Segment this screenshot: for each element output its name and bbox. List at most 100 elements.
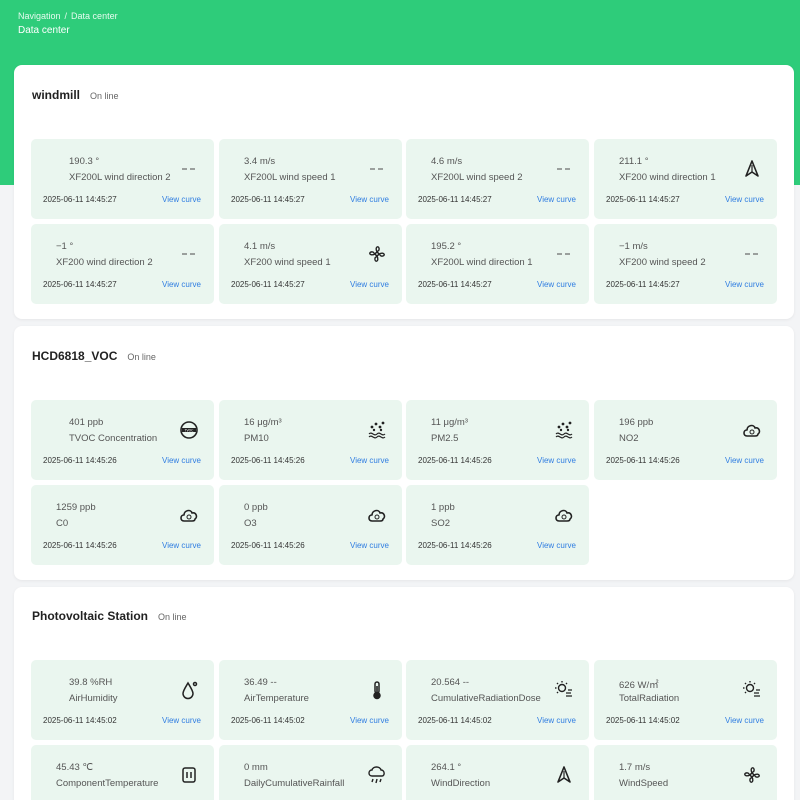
- view-curve-link[interactable]: View curve: [350, 280, 389, 289]
- breadcrumb-current: Data center: [71, 11, 118, 21]
- view-curve-link[interactable]: View curve: [725, 280, 764, 289]
- breadcrumb-separator: /: [64, 11, 68, 21]
- sensor-name: XF200 wind direction 2: [56, 257, 153, 268]
- page-title: Data center: [18, 25, 70, 36]
- sensor-card: 211.1 ° XF200 wind direction 1 2025-06-11 …: [594, 139, 777, 219]
- view-curve-link[interactable]: View curve: [162, 280, 201, 289]
- sensor-card: 1259 ppb C0 2025-06-11 14:45:26 View curve: [31, 485, 214, 565]
- sensor-value: 20.564 --: [431, 677, 470, 688]
- sensor-value: 211.1 °: [619, 156, 649, 167]
- sensor-name: C0: [56, 518, 69, 529]
- sensor-card: 195.2 ° XF200L wind direction 1 2025-06-11…: [406, 224, 589, 304]
- view-curve-link[interactable]: View curve: [725, 195, 764, 204]
- sensor-timestamp: 2025-06-11 14:45:27: [43, 280, 117, 289]
- view-curve-link[interactable]: View curve: [162, 541, 201, 550]
- breadcrumb-navigation[interactable]: Navigation: [18, 11, 61, 21]
- dash-icon: [178, 158, 200, 180]
- sensor-timestamp: 2025-06-11 14:45:26: [231, 456, 305, 465]
- sensor-timestamp: 2025-06-11 14:45:27: [231, 280, 305, 289]
- view-curve-link[interactable]: View curve: [537, 716, 576, 725]
- sensor-value: 1.7 m/s: [619, 762, 651, 773]
- view-curve-link[interactable]: View curve: [350, 456, 389, 465]
- tvoc-icon: TVOC: [178, 419, 200, 441]
- sensor-card: 190.3 ° XF200L wind direction 2 2025-06-11…: [31, 139, 214, 219]
- sensor-value: 4.1 m/s: [244, 241, 276, 252]
- sensor-value: 1 ppb: [431, 502, 455, 513]
- view-curve-link[interactable]: View curve: [162, 456, 201, 465]
- sensor-name: WindDirection: [431, 778, 491, 789]
- sensor-timestamp: 2025-06-11 14:45:27: [43, 195, 117, 204]
- fan-icon: [741, 764, 763, 786]
- sensor-name: TotalRadiation: [619, 693, 680, 704]
- view-curve-link[interactable]: View curve: [537, 456, 576, 465]
- device-status: On line: [90, 91, 119, 101]
- sensor-name: CumulativeRadiationDose: [431, 693, 541, 704]
- view-curve-link[interactable]: View curve: [537, 541, 576, 550]
- sensor-value: 45.43 ℃: [56, 762, 94, 773]
- cloud-icon: [366, 504, 388, 526]
- dash-icon: [553, 158, 575, 180]
- view-curve-link[interactable]: View curve: [350, 195, 389, 204]
- sensor-value: −1 °: [56, 241, 74, 252]
- pm-icon: [553, 419, 575, 441]
- sensor-name: SO2: [431, 518, 451, 529]
- sensor-name: PM10: [244, 433, 269, 444]
- sensor-name: XF200L wind speed 1: [244, 172, 336, 183]
- sensor-timestamp: 2025-06-11 14:45:02: [418, 716, 492, 725]
- thermometer-icon: [366, 679, 388, 701]
- view-curve-link[interactable]: View curve: [725, 456, 764, 465]
- sensor-name: XF200 wind direction 1: [619, 172, 716, 183]
- sensor-value: 16 μg/m³: [244, 417, 282, 428]
- sensor-card: 39.8 %RH AirHumidity 2025-06-11 14:45:02 Vi…: [31, 660, 214, 740]
- sensor-value: 0 ppb: [244, 502, 268, 513]
- sensor-name: XF200 wind speed 1: [244, 257, 331, 268]
- view-curve-link[interactable]: View curve: [537, 280, 576, 289]
- sensor-card: 0 ppb O3 2025-06-11 14:45:26 View curve: [219, 485, 402, 565]
- compass-icon: [741, 158, 763, 180]
- dash-icon: [741, 243, 763, 265]
- sensor-timestamp: 2025-06-11 14:45:02: [231, 716, 305, 725]
- sensor-timestamp: 2025-06-11 14:45:27: [231, 195, 305, 204]
- sensor-timestamp: 2025-06-11 14:45:02: [43, 716, 117, 725]
- fan-icon: [366, 243, 388, 265]
- view-curve-link[interactable]: View curve: [725, 716, 764, 725]
- sensor-value: 4.6 m/s: [431, 156, 463, 167]
- view-curve-link[interactable]: View curve: [162, 195, 201, 204]
- sensor-name: XF200 wind speed 2: [619, 257, 706, 268]
- sensor-card: 0 mm DailyCumulativeRainfall: [219, 745, 402, 800]
- view-curve-link[interactable]: View curve: [350, 541, 389, 550]
- section-header: windmill On line: [32, 88, 119, 102]
- sensor-value: 195.2 °: [431, 241, 462, 252]
- sensor-name: NO2: [619, 433, 639, 444]
- breadcrumb: Navigation / Data center: [18, 11, 122, 21]
- sensor-value: 36.49 --: [244, 677, 277, 688]
- sensor-value: 196 ppb: [619, 417, 654, 428]
- sensor-card: 196 ppb NO2 2025-06-11 14:45:26 View curve: [594, 400, 777, 480]
- sensor-value: 11 μg/m³: [431, 417, 468, 428]
- sensor-timestamp: 2025-06-11 14:45:27: [606, 280, 680, 289]
- view-curve-link[interactable]: View curve: [350, 716, 389, 725]
- droplet-icon: [178, 679, 200, 701]
- sun-icon: [741, 679, 763, 701]
- cloud-icon: [178, 504, 200, 526]
- sensor-name: XF200L wind speed 2: [431, 172, 523, 183]
- rain-icon: [366, 764, 388, 786]
- sensor-value: −1 m/s: [619, 241, 648, 252]
- sensor-card: 264.1 ° WindDirection: [406, 745, 589, 800]
- device-section-2: Photovoltaic Station On line 39.8 %RH AirHu…: [14, 587, 794, 800]
- cloud-icon: [553, 504, 575, 526]
- sensor-name: O3: [244, 518, 257, 529]
- sensor-card: −1 m/s XF200 wind speed 2 2025-06-11 14:45…: [594, 224, 777, 304]
- sensor-timestamp: 2025-06-11 14:45:26: [43, 541, 117, 550]
- compass-icon: [553, 764, 575, 786]
- sensor-value: 626 W/㎡: [619, 680, 659, 691]
- sensor-timestamp: 2025-06-11 14:45:26: [606, 456, 680, 465]
- sensor-timestamp: 2025-06-11 14:45:26: [418, 541, 492, 550]
- sensor-card: 1.7 m/s WindSpeed: [594, 745, 777, 800]
- device-name: HCD6818_VOC: [32, 349, 118, 363]
- view-curve-link[interactable]: View curve: [537, 195, 576, 204]
- sensor-value: 1259 ppb: [56, 502, 96, 513]
- device-name: Photovoltaic Station: [32, 609, 149, 623]
- sensor-timestamp: 2025-06-11 14:45:27: [418, 280, 492, 289]
- view-curve-link[interactable]: View curve: [162, 716, 201, 725]
